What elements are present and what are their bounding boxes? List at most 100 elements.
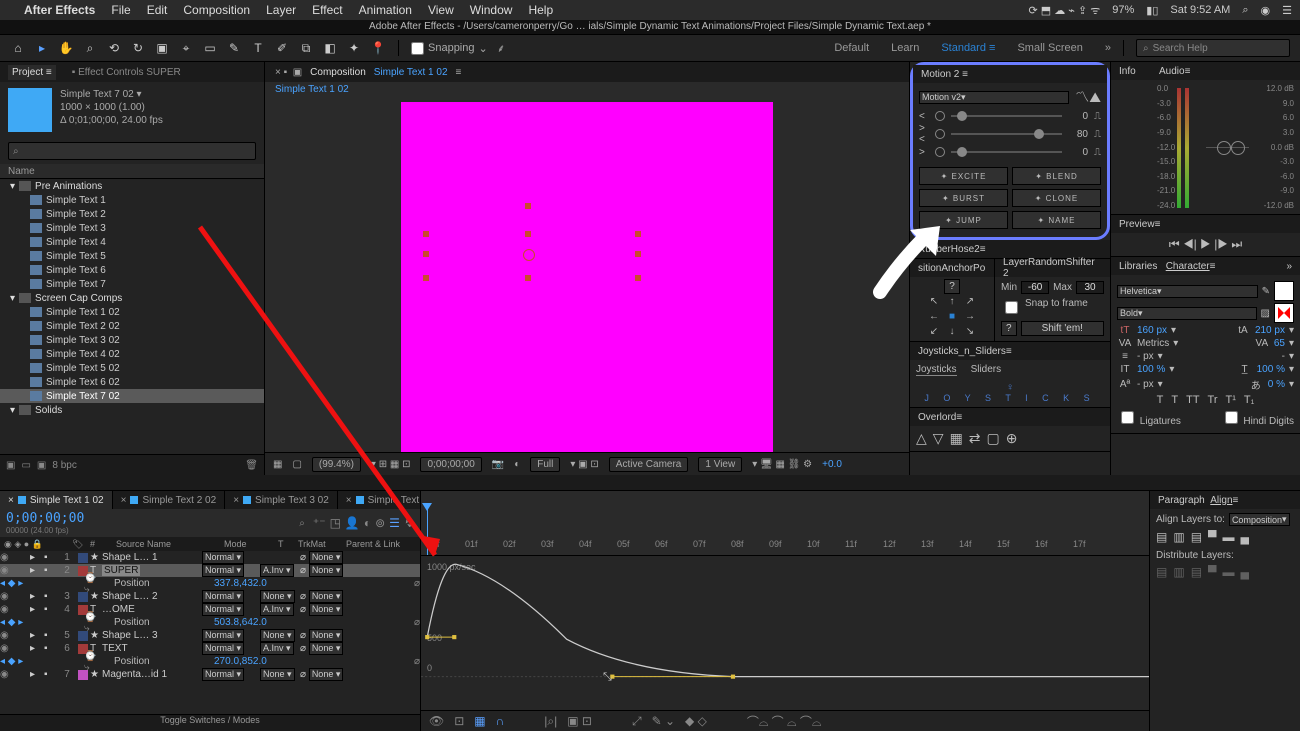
tl-ico-graph[interactable]: ☰ — [389, 516, 400, 530]
col-mode[interactable]: Mode — [220, 539, 274, 549]
menu-composition[interactable]: Composition — [183, 3, 250, 17]
folder-row[interactable]: ▾ Solids — [0, 403, 264, 417]
audio-tab[interactable]: Audio ≡ — [1151, 62, 1300, 80]
grid-icon[interactable]: ▦ — [273, 459, 282, 470]
preview-tab[interactable]: Preview ≡ — [1111, 215, 1300, 233]
tsume[interactable]: 0 % — [1268, 379, 1285, 390]
home-icon[interactable]: ⌂ — [10, 40, 26, 56]
overlord-opts-icon[interactable]: ▦ — [950, 430, 963, 447]
comp-mini-flow[interactable]: Simple Text 1 02 — [265, 82, 909, 102]
comp-row[interactable]: Simple Text 3 02 — [0, 333, 264, 347]
kerning[interactable]: Metrics — [1137, 338, 1169, 349]
folder-row[interactable]: ▾ Screen Cap Comps — [0, 291, 264, 305]
hpct[interactable]: 100 % — [1257, 364, 1285, 375]
clone-tool-icon[interactable]: ⧉ — [298, 40, 314, 56]
resolution-dropdown[interactable]: Full — [530, 457, 560, 472]
ge-ease-icons[interactable]: ⌒⌓ ⌒ ⌓ ⌒⌓ — [747, 713, 821, 730]
align-right-icon[interactable]: ▤ — [1191, 530, 1202, 544]
channel-icon[interactable]: ◐ — [514, 459, 520, 470]
char-style-btn[interactable]: T — [1171, 394, 1178, 406]
char-style-btn[interactable]: T — [1157, 394, 1164, 406]
motion2-title[interactable]: Motion 2 ≡ — [913, 65, 1107, 83]
min-field[interactable]: -60 — [1021, 281, 1049, 294]
comp-row[interactable]: Simple Text 3 — [0, 221, 264, 235]
tracking[interactable]: 65 — [1274, 338, 1285, 349]
ge-eye-icon[interactable]: 👁 — [429, 714, 444, 728]
snapshot-icon[interactable]: 📷 — [492, 459, 504, 470]
last-frame-icon[interactable]: ⏭ — [1231, 237, 1242, 251]
layer-row[interactable]: ◉▸▪2TSUPERNormal ▾A.Inv ▾⌀ None ▾ — [0, 564, 420, 577]
ge-fit-icon[interactable]: |⌕| — [544, 714, 557, 729]
snap-frame-toggle[interactable]: Snap to frame — [1001, 298, 1104, 317]
prev-frame-icon[interactable]: ◀| — [1183, 237, 1197, 251]
joysticks-title[interactable]: Joysticks_n_Sliders ≡ — [910, 342, 1110, 360]
new-folder-icon[interactable]: ▭ — [21, 460, 30, 471]
vscale[interactable]: - px — [1137, 351, 1154, 362]
align-tab[interactable]: Align — [1210, 495, 1232, 506]
rotate-tool-icon[interactable]: ↻ — [130, 40, 146, 56]
project-search[interactable]: ⌕ — [8, 142, 256, 160]
leading[interactable]: 210 px — [1255, 325, 1285, 336]
sliders-tab[interactable]: Sliders — [971, 364, 1002, 376]
motion2-excite[interactable]: ✦ EXCITE — [919, 167, 1008, 185]
workspace-learn[interactable]: Learn — [891, 42, 919, 54]
joysticks-tab[interactable]: Joysticks — [916, 364, 957, 376]
comp-row[interactable]: Simple Text 5 — [0, 249, 264, 263]
tl-ico-fx[interactable]: ◐ — [364, 516, 371, 530]
char-style-btn[interactable]: T₁ — [1244, 394, 1254, 406]
shape-tool-icon[interactable]: ▭ — [202, 40, 218, 56]
trash-icon[interactable]: 🗑 — [245, 460, 258, 471]
search-help-input[interactable]: ⌕ Search Help — [1136, 39, 1290, 57]
ge-props-icon[interactable]: ⊡ — [454, 714, 464, 728]
overlord-new-icon[interactable]: ⊕ — [1006, 430, 1018, 447]
bpc-toggle[interactable]: 8 bpc — [52, 460, 76, 471]
hand-tool-icon[interactable]: ✋ — [58, 40, 74, 56]
max-field[interactable]: 30 — [1076, 281, 1104, 294]
motion2-name[interactable]: ✦ NAME — [1012, 211, 1101, 229]
char-style-btn[interactable]: TT — [1186, 394, 1199, 406]
timeline-tab[interactable]: × Simple Text 1 02 — [0, 491, 113, 509]
tl-ico-3d[interactable]: ↯ — [404, 516, 414, 530]
eraser-tool-icon[interactable]: ◧ — [322, 40, 338, 56]
motion2-slider[interactable]: ><80⎍ — [919, 125, 1101, 143]
overlord-pull-icon[interactable]: ▽ — [933, 430, 944, 447]
comp-row[interactable]: Simple Text 5 02 — [0, 361, 264, 375]
first-frame-icon[interactable]: ⏮ — [1169, 237, 1180, 251]
folder-row[interactable]: ▾ Pre Animations — [0, 179, 264, 193]
motion2-clone[interactable]: ✦ CLONE — [1012, 189, 1101, 207]
ligatures-toggle[interactable]: Ligatures — [1117, 408, 1181, 427]
timeline-tab[interactable]: × Simple Text 2 02 — [113, 491, 226, 509]
layer-row[interactable]: ◉▸▪6TTEXTNormal ▾A.Inv ▾⌀ None ▾ — [0, 642, 420, 655]
no-fill-icon[interactable]: ▨ — [1261, 308, 1270, 319]
align-bottom-icon[interactable]: ▄ — [1241, 530, 1250, 544]
motion2-jump[interactable]: ✦ JUMP — [919, 211, 1008, 229]
play-icon[interactable]: ▶ — [1200, 237, 1211, 251]
orbit-tool-icon[interactable]: ⟲ — [106, 40, 122, 56]
comp-row[interactable]: Simple Text 7 — [0, 277, 264, 291]
snapping-toggle[interactable]: Snapping ⌄ ⸙ — [411, 41, 505, 56]
stroke-swatch[interactable] — [1274, 303, 1294, 323]
comp-row[interactable]: Simple Text 4 — [0, 235, 264, 249]
camera-dropdown[interactable]: Active Camera — [609, 457, 689, 472]
comp-row[interactable]: Simple Text 2 02 — [0, 319, 264, 333]
align-top-icon[interactable]: ▀ — [1208, 530, 1217, 544]
fill-swatch[interactable] — [1274, 281, 1294, 301]
graph-editor[interactable]: 1000 px/sec 500 0 ⤡ — [421, 556, 1149, 710]
menu-effect[interactable]: Effect — [312, 3, 342, 17]
paragraph-tab[interactable]: Paragraph — [1158, 495, 1205, 506]
audio-level-slider[interactable] — [1191, 84, 1264, 210]
shift-button[interactable]: Shift 'em! — [1021, 321, 1104, 336]
overlord-layer-icon[interactable]: ▢ — [987, 430, 1000, 447]
menu-animation[interactable]: Animation — [359, 3, 412, 17]
brush-tool-icon[interactable]: ✐ — [274, 40, 290, 56]
tl-ico-1[interactable]: ⁺⁻ — [313, 516, 326, 530]
overlord-swap-icon[interactable]: ⇄ — [969, 430, 981, 447]
workspace-standard[interactable]: Standard ≡ — [941, 42, 995, 54]
interpret-icon[interactable]: ▣ — [6, 460, 15, 471]
char-style-btn[interactable]: T¹ — [1226, 394, 1236, 406]
notification-icon[interactable]: ☰ — [1282, 4, 1292, 17]
guides-icon[interactable]: ▢ — [292, 459, 301, 470]
toggle-switches[interactable]: Toggle Switches / Modes — [0, 714, 420, 731]
zoom-dropdown[interactable]: (99.4%) — [312, 457, 361, 472]
menu-help[interactable]: Help — [528, 3, 553, 17]
